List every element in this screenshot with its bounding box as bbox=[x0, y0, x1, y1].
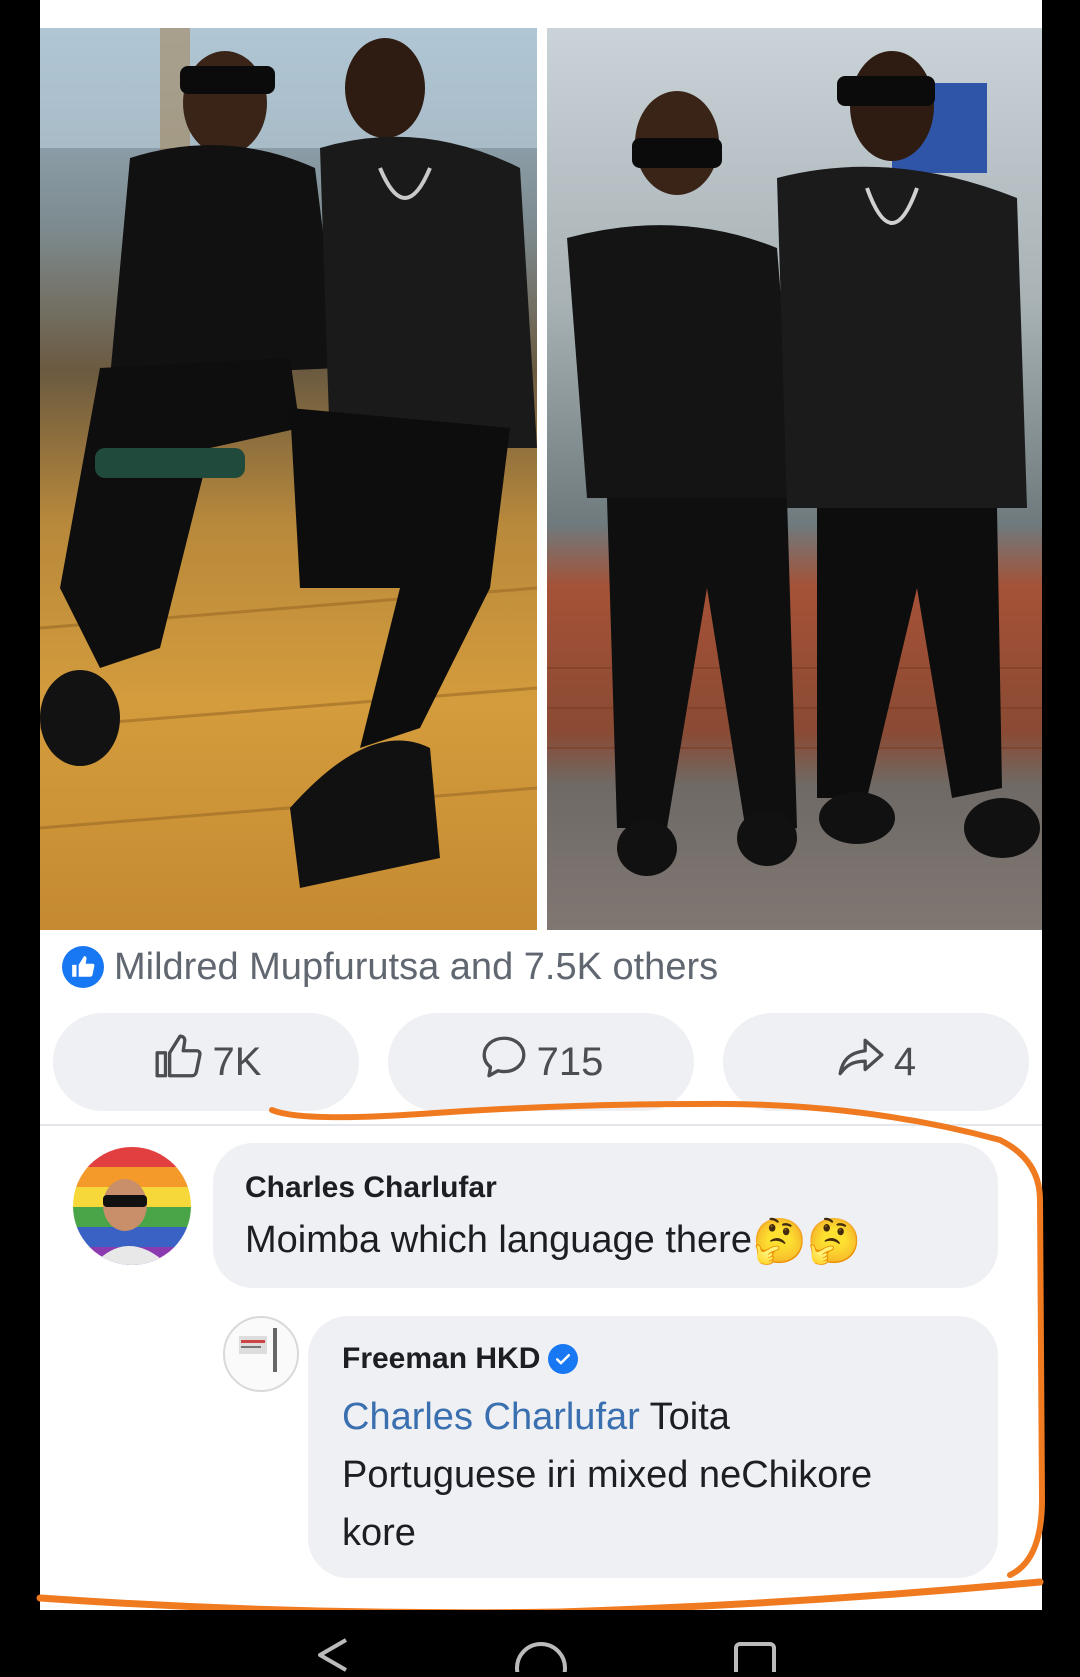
reply-mention[interactable]: Charles Charlufar bbox=[342, 1396, 640, 1438]
android-navigation-bar bbox=[0, 1610, 1080, 1677]
photo-right-illustration bbox=[547, 51, 1042, 876]
post-photo-right[interactable] bbox=[547, 28, 1042, 930]
divider bbox=[40, 1124, 1042, 1126]
reply-text: Charles Charlufar Toita Portuguese iri m… bbox=[342, 1388, 982, 1562]
post-photo-left[interactable] bbox=[40, 28, 537, 930]
reply-text-line1: Toita bbox=[639, 1396, 730, 1438]
comment-bubble-icon bbox=[479, 1032, 529, 1092]
like-icon bbox=[62, 946, 104, 988]
photo-left-illustration bbox=[40, 28, 537, 888]
nav-icons bbox=[318, 1638, 776, 1677]
comment-count: 715 bbox=[536, 1039, 604, 1084]
reactions-summary[interactable]: Mildred Mupfurutsa and 7.5K others bbox=[62, 942, 718, 992]
comment-button[interactable]: 715 bbox=[388, 1013, 694, 1111]
reply-author[interactable]: Freeman HKD bbox=[342, 1342, 540, 1376]
comment-text: Moimba which language there🤔🤔 bbox=[245, 1211, 862, 1271]
avatar[interactable] bbox=[223, 1316, 299, 1392]
reply-author-row: Freeman HKD bbox=[342, 1342, 579, 1376]
recents-square-icon[interactable] bbox=[734, 1642, 776, 1677]
comment-text-body: Moimba which language there bbox=[245, 1219, 752, 1261]
avatar[interactable] bbox=[73, 1147, 191, 1265]
share-count: 4 bbox=[893, 1039, 917, 1084]
comment-author[interactable]: Charles Charlufar bbox=[245, 1171, 497, 1205]
reactions-text: Mildred Mupfurutsa and 7.5K others bbox=[114, 945, 719, 988]
share-button[interactable]: 4 bbox=[723, 1013, 1029, 1111]
thinking-emoji-icon: 🤔🤔 bbox=[751, 1216, 862, 1266]
share-arrow-icon bbox=[836, 1032, 886, 1092]
back-triangle-icon[interactable] bbox=[318, 1638, 347, 1672]
verified-badge-icon bbox=[548, 1344, 579, 1374]
thumbs-up-outline-icon bbox=[151, 1032, 205, 1092]
like-count: 7K bbox=[212, 1039, 262, 1084]
comment-bubble[interactable]: Charles Charlufar Moimba which language … bbox=[213, 1143, 998, 1288]
reply-text-line2: Portuguese iri mixed neChikore bbox=[342, 1454, 873, 1496]
reply-text-line3: kore bbox=[342, 1512, 416, 1554]
home-circle-icon[interactable] bbox=[515, 1642, 567, 1677]
reply-bubble[interactable]: Freeman HKD Charles Charlufar Toita Port… bbox=[308, 1316, 998, 1578]
facebook-post-card: Mildred Mupfurutsa and 7.5K others 7K 71… bbox=[40, 0, 1042, 1610]
like-button[interactable]: 7K bbox=[53, 1013, 359, 1111]
